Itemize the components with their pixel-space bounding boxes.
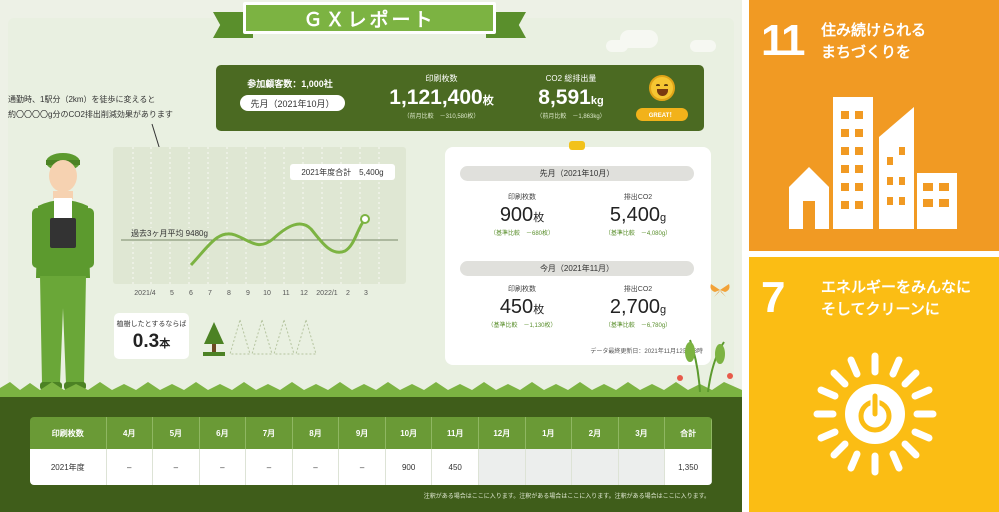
page-title: ＧＸレポート [303, 9, 436, 31]
sun-power-icon [813, 352, 937, 476]
monthly-prints-table-container: 印刷枚数 4月 5月 6月 7月 8月 9月 10月 11月 12月 1月 2月 3月 合計 2021年度… [30, 417, 712, 485]
table-header-row: 印刷枚数 4月 5月 6月 7月 8月 9月 10月 11月 12月 1月 2月 3月 合計 [30, 417, 712, 449]
x-tick-label: 3 [364, 290, 368, 297]
sdg-7-title: エネルギーをみんなに そしてクリーンに [821, 279, 972, 318]
gx-report-dashboard: ＧＸレポート 参加顧客数：1,000社 先月（2021年10月） 印刷枚数 1,… [0, 0, 742, 512]
table-header-cell: 10月 [385, 417, 433, 449]
table-header-cell: 7月 [245, 417, 293, 449]
last-month-prints: 印刷枚数 900枚 （基準比較 －680枚） [489, 194, 554, 237]
this-month-header: 今月（2021年11月） [460, 261, 694, 276]
table-cell [571, 449, 619, 485]
clip-icon [569, 141, 585, 150]
this-month-prints: 印刷枚数 450枚 （基準比較 －1,130枚） [487, 286, 557, 329]
sdg-11-tile: 11 住み続けられる まちづくりを [749, 0, 999, 251]
x-tick-label: 7 [208, 290, 212, 297]
footnote: 注釈がある場合はここに入ります。注釈がある場合はここに入ります。注釈がある場合は… [423, 494, 710, 500]
last-month-co2: 排出CO2 5,400g （基準比較 －4,080g） [604, 194, 672, 237]
total-prints-value: 1,121,400 [389, 86, 483, 109]
table-cell: – [245, 449, 293, 485]
table-cell: – [152, 449, 200, 485]
table-cell [525, 449, 573, 485]
great-badge[interactable]: GREAT！ [636, 108, 688, 121]
table-cell: 1,350 [664, 449, 712, 485]
table-cell: – [106, 449, 154, 485]
x-tick-label: 2022/1 [316, 290, 338, 297]
tree-equivalent-card: 植樹したとするならば 0.3本 [114, 313, 189, 359]
butterfly-icon [710, 284, 730, 297]
x-tick-label: 10 [263, 290, 271, 297]
latest-data-point [360, 214, 370, 224]
x-tick-label: 5 [170, 290, 174, 297]
x-tick-label: 2021/4 [134, 290, 156, 297]
x-tick-label: 8 [227, 290, 231, 297]
title-banner: ＧＸレポート [213, 0, 526, 38]
cloud-decoration [606, 40, 628, 52]
co2-line-chart: 2021年度合計 5,400g 過去3ヶ月平均 9480g [113, 147, 406, 284]
table-cell: 900 [385, 449, 433, 485]
smiley-icon [649, 75, 675, 101]
table-header-cell: 9月 [338, 417, 386, 449]
sdg-7-tile: 7 エネルギーをみんなに そしてクリーンに [749, 257, 999, 512]
table-header-cell: 6月 [199, 417, 247, 449]
table-cell: 2021年度 [30, 449, 107, 485]
sdg-11-title: 住み続けられる まちづくりを [821, 22, 927, 61]
x-tick-label: 12 [300, 290, 308, 297]
three-month-average-annotation: 過去3ヶ月平均 9480g [129, 228, 210, 239]
table-cell: – [338, 449, 386, 485]
cloud-decoration [690, 40, 716, 52]
tree-icons [203, 318, 317, 356]
tip-message: 通勤時、1駅分（2km）を徒歩に変えると 約〇〇〇〇g分のCO2排出削減効果があ… [8, 95, 173, 119]
table-header-cell: 3月 [618, 417, 666, 449]
city-buildings-icon [789, 97, 957, 229]
table-header-cell: 1月 [525, 417, 573, 449]
table-cell: – [199, 449, 247, 485]
this-month-co2: 排出CO2 2,700g （基準比較 －6,780g） [604, 286, 672, 329]
table-header-cell: 合計 [664, 417, 712, 449]
tree-icon [203, 322, 225, 356]
last-month-header: 先月（2021年10月） [460, 166, 694, 181]
x-tick-label: 9 [246, 290, 250, 297]
table-header-cell: 4月 [106, 417, 154, 449]
x-tick-label: 2 [346, 290, 350, 297]
x-tick-label: 6 [189, 290, 193, 297]
month-selector[interactable]: 先月（2021年10月） [240, 95, 345, 111]
total-prints-stat: 印刷枚数 1,121,400枚 （前月比較 －310,580枚） [389, 74, 494, 120]
tree-equivalent-value: 0.3 [132, 331, 160, 352]
fiscal-year-total-annotation: 2021年度合計 5,400g [290, 164, 395, 180]
table-cell: – [292, 449, 340, 485]
sdg-7-number: 7 [761, 273, 786, 322]
plant-decoration [677, 339, 733, 392]
total-co2-value: 8,591 [538, 86, 591, 109]
table-cell [478, 449, 526, 485]
total-co2-stat: CO2 総排出量 8,591kg （前月比較 －1,863kg） [536, 74, 606, 120]
table-header-cell: 12月 [478, 417, 526, 449]
table-cell [618, 449, 666, 485]
summary-stats-bar: 参加顧客数：1,000社 先月（2021年10月） 印刷枚数 1,121,400… [216, 65, 704, 131]
table-row: 2021年度 – – – – – –900 450 1,350 [30, 449, 712, 485]
table-header-cell: 5月 [152, 417, 200, 449]
table-header-cell: 2月 [571, 417, 619, 449]
monthly-prints-table: 印刷枚数 4月 5月 6月 7月 8月 9月 10月 11月 12月 1月 2月 3月 合計 2021年度… [30, 417, 712, 485]
table-cell: 450 [431, 449, 479, 485]
participants-count: 参加顧客数：1,000社 [247, 79, 333, 89]
table-header-cell: 印刷枚数 [30, 417, 107, 449]
table-header-cell: 11月 [431, 417, 479, 449]
worker-character-illustration [32, 153, 94, 390]
table-header-cell: 8月 [292, 417, 340, 449]
sdg-11-number: 11 [761, 16, 805, 65]
x-tick-label: 11 [282, 290, 290, 297]
co2-trend-line [189, 218, 367, 267]
